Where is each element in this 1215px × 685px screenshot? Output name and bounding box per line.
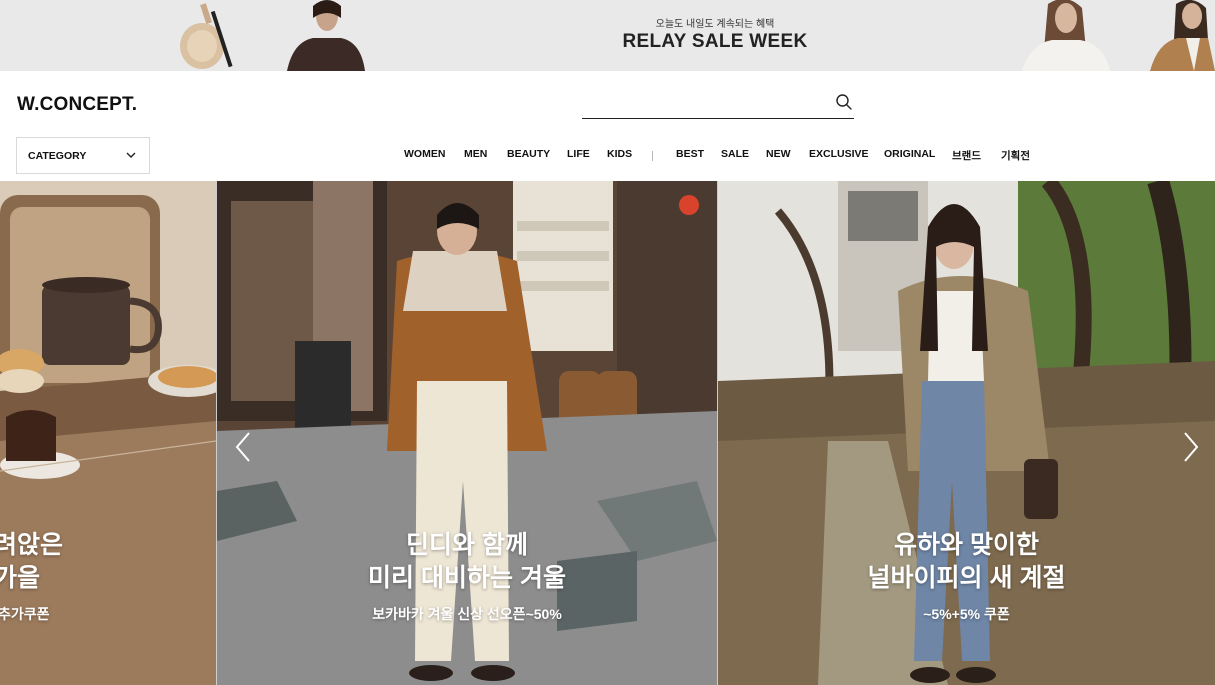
- search-icon[interactable]: [835, 93, 853, 111]
- hero-slide-3-title-line2: 널바이피의 새 계절: [867, 564, 1066, 592]
- hero-slide-2[interactable]: 딘디와 함께 미리 대비하는 겨울 보카바카 겨울 신상 선오픈~50%: [217, 181, 717, 685]
- hero-slide-3-title-line1: 유하와 맞이한: [894, 531, 1039, 559]
- nav-item-brand[interactable]: 브랜드: [952, 148, 981, 163]
- chevron-left-icon[interactable]: [234, 431, 254, 463]
- promo-model-image-2: [1022, 0, 1110, 71]
- hero-slide-2-title-line2: 미리 대비하는 겨울: [368, 564, 566, 592]
- hero-slide-3[interactable]: 유하와 맞이한 널바이피의 새 계절 ~5%+5% 쿠폰: [718, 181, 1215, 685]
- search-input[interactable]: [582, 94, 822, 114]
- nav-item-original[interactable]: ORIGINAL: [884, 148, 935, 160]
- nav-item-sale[interactable]: SALE: [721, 148, 749, 160]
- nav-item-men[interactable]: MEN: [464, 148, 487, 160]
- nav-item-exhibition[interactable]: 기획전: [1001, 148, 1030, 163]
- hero-slide-1[interactable]: 려앉은 가을 추가쿠폰: [0, 181, 216, 685]
- nav-item-new[interactable]: NEW: [766, 148, 791, 160]
- nav-item-best[interactable]: BEST: [676, 148, 704, 160]
- promo-model-image-3: [1150, 0, 1215, 71]
- hero-slide-1-title-line1: 려앉은: [0, 531, 64, 559]
- site-header: W.CONCEPT. CATEGORY WOMEN MEN BEAUTY LIF…: [0, 71, 1215, 181]
- hero-slide-1-desc: 추가쿠폰: [0, 606, 50, 622]
- search-bar: [582, 90, 854, 119]
- hero-slide-1-title-line2: 가을: [0, 564, 41, 592]
- hero-slide-2-title: 딘디와 함께 미리 대비하는 겨울: [217, 529, 717, 595]
- nav-item-life[interactable]: LIFE: [567, 148, 590, 160]
- promo-banner[interactable]: 오늘도 내일도 계속되는 혜택 RELAY SALE WEEK: [0, 0, 1215, 71]
- hero-carousel: 려앉은 가을 추가쿠폰 딘디와 함께 미리 대비하는 겨울 보카바카 겨울 신상…: [0, 181, 1215, 685]
- nav-item-beauty[interactable]: BEAUTY: [507, 148, 550, 160]
- hero-slide-3-desc: ~5%+5% 쿠폰: [923, 606, 1010, 622]
- chevron-right-icon[interactable]: [1180, 431, 1200, 463]
- hero-slide-1-title: 려앉은 가을: [0, 529, 210, 595]
- nav-item-kids[interactable]: KIDS: [607, 148, 632, 160]
- hero-slide-2-desc: 보카바카 겨울 신상 선오픈~50%: [372, 606, 562, 622]
- site-logo[interactable]: W.CONCEPT.: [17, 94, 137, 116]
- nav-item-women[interactable]: WOMEN: [404, 148, 445, 160]
- nav-divider: [652, 151, 653, 161]
- main-nav: WOMEN MEN BEAUTY LIFE KIDS BEST SALE NEW…: [0, 148, 1215, 164]
- hero-slide-3-title: 유하와 맞이한 널바이피의 새 계절: [718, 529, 1215, 595]
- hero-slide-2-title-line1: 딘디와 함께: [406, 531, 528, 559]
- nav-item-exclusive[interactable]: EXCLUSIVE: [809, 148, 869, 160]
